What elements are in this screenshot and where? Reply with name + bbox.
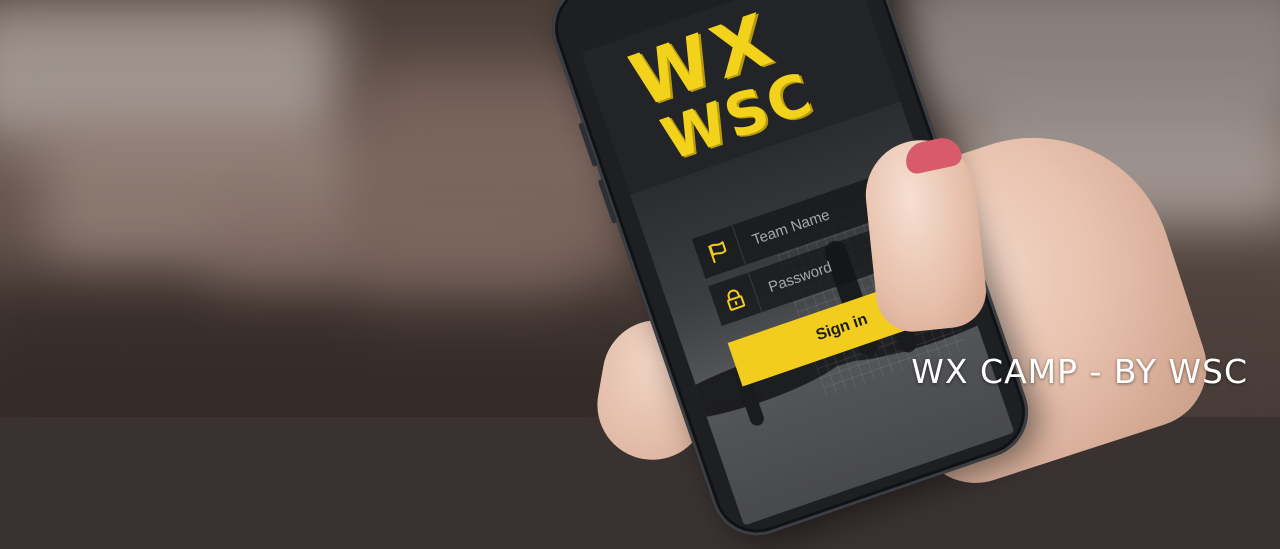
volume-down-button — [597, 178, 618, 224]
volume-up-button — [578, 122, 598, 168]
banner-caption: WX CAMP - BY WSC — [911, 352, 1248, 391]
